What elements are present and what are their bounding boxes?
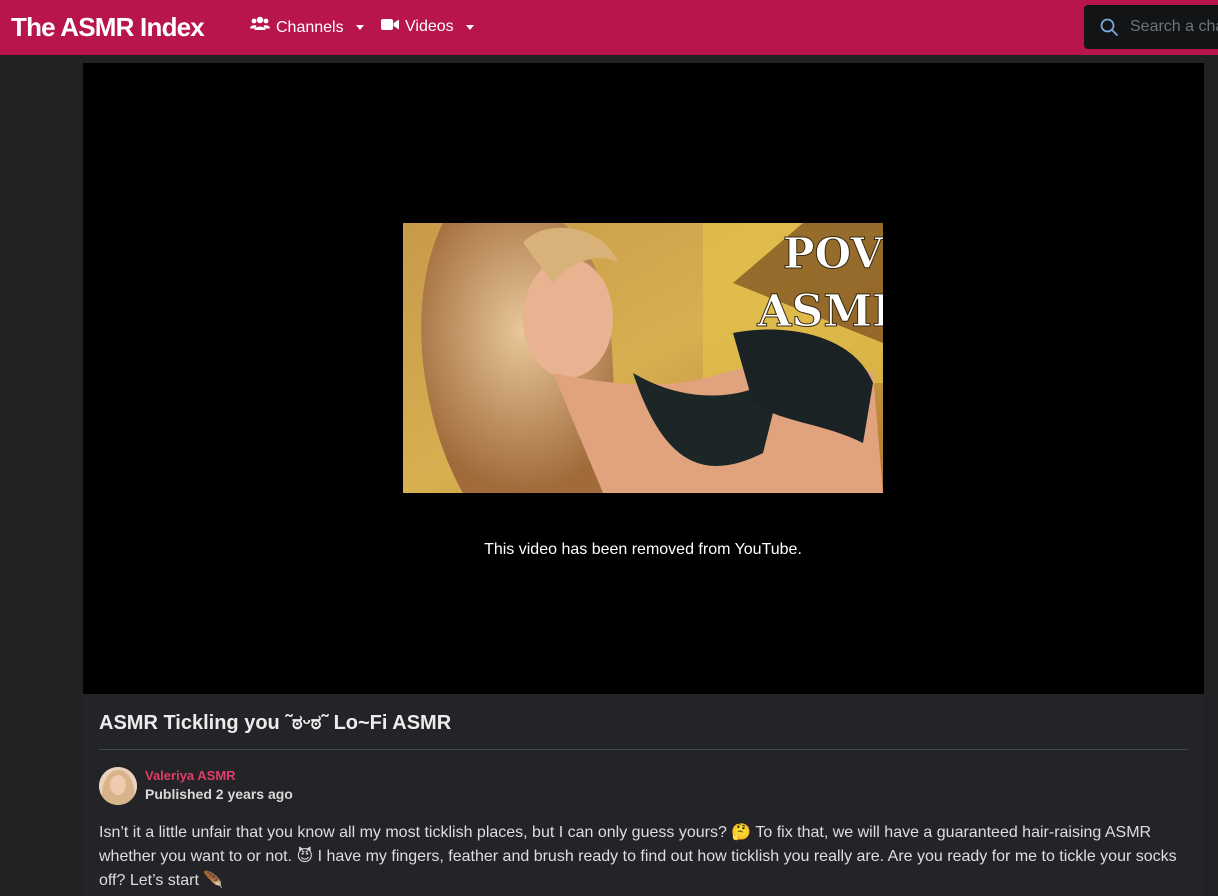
divider (99, 749, 1188, 750)
users-icon (250, 16, 270, 39)
site-brand[interactable]: The ASMR Index (11, 12, 205, 42)
channel-name-link[interactable]: Valeriya ASMR (145, 768, 236, 783)
videos-label: Videos (405, 18, 454, 35)
chevron-down-icon (465, 24, 474, 30)
video-info-card: ASMR Tickling you ˜ಠᵕಠ˜ Lo~Fi ASMR Valer… (83, 694, 1204, 896)
channels-dropdown[interactable]: Channels (250, 16, 364, 39)
chevron-down-icon (355, 25, 364, 30)
video-thumbnail: POV ASMR (403, 223, 883, 493)
published-date: Published 2 years ago (145, 786, 293, 802)
videos-dropdown[interactable]: Videos (381, 16, 474, 38)
thumbnail-text-asmr: ASMR (756, 286, 883, 337)
video-camera-icon (381, 16, 399, 38)
video-title: ASMR Tickling you ˜ಠᵕಠ˜ Lo~Fi ASMR (99, 712, 452, 734)
video-description: Isn’t it a little unfair that you know a… (99, 824, 1177, 889)
search-icon (1100, 18, 1118, 41)
channel-avatar[interactable] (99, 767, 137, 805)
top-navbar: The ASMR Index Channels Videos (0, 0, 1218, 55)
search-box (1084, 5, 1218, 49)
thumbnail-text-pov: POV (783, 229, 883, 278)
video-removed-message: This video has been removed from YouTube… (484, 541, 802, 558)
channels-label: Channels (276, 18, 344, 36)
search-input[interactable] (1130, 15, 1218, 39)
video-player: POV ASMR This video has been removed fro… (83, 63, 1204, 694)
